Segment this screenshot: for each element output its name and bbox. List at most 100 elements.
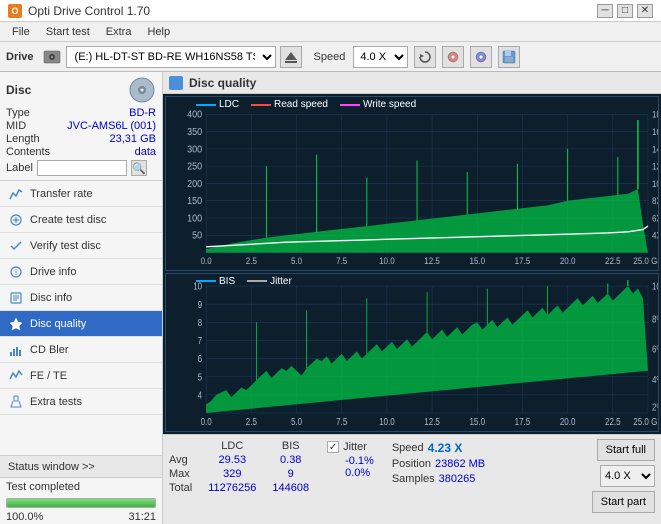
drive-info-icon: i [8,264,24,280]
col-bis: BIS [264,439,317,453]
menu-extra[interactable]: Extra [98,24,140,40]
jitter-checkbox[interactable]: ✓ [327,441,339,453]
sidebar: Disc Type BD-R MID JVC-AMS6L (001) Lengt… [0,72,163,524]
nav-disc-quality[interactable]: Disc quality [0,311,162,337]
position-label: Position [392,458,431,470]
position-value: 23862 MB [435,458,485,470]
svg-text:7: 7 [198,335,203,346]
svg-text:12X: 12X [652,161,658,172]
transfer-rate-icon [8,186,24,202]
nav-drive-info[interactable]: i Drive info [0,259,162,285]
svg-text:9: 9 [198,299,203,310]
total-ldc: 11276256 [200,481,264,495]
label-search-button[interactable]: 🔍 [131,160,147,176]
disc-type-row: Type BD-R [6,107,156,119]
nav-disc-info[interactable]: Disc info [0,285,162,311]
stats-row-total: Total 11276256 144608 [169,481,317,495]
speed-select[interactable]: 4.0 X 1.0 X 2.0 X 8.0 X [353,46,408,68]
svg-text:300: 300 [187,144,203,156]
samples-value: 380265 [439,473,476,485]
start-part-button[interactable]: Start part [592,491,655,513]
panel-title-bar: Disc quality [163,72,661,94]
svg-text:6X: 6X [652,213,658,224]
svg-text:25.0 GB: 25.0 GB [633,256,658,267]
start-full-button[interactable]: Start full [597,439,655,461]
legend-write-speed: Write speed [340,99,416,110]
disc-image [128,76,156,104]
svg-text:15.0: 15.0 [469,416,485,427]
svg-text:22.5: 22.5 [605,256,621,267]
nav-list: Transfer rate Create test disc Verify te… [0,181,162,415]
menu-start-test[interactable]: Start test [38,24,98,40]
elapsed-time: 31:21 [128,511,156,523]
bottom-chart-svg: 10 9 8 7 6 5 4 10% 8% 6% 4% 2% 0.0 2.5 [166,274,658,431]
avg-ldc: 29.53 [200,453,264,467]
svg-text:15.0: 15.0 [469,256,485,267]
max-ldc: 329 [200,467,264,481]
col-ldc: LDC [200,439,264,453]
nav-verify-test-disc[interactable]: Verify test disc [0,233,162,259]
jitter-section: ✓ Jitter -0.1% 0.0% [327,439,374,513]
stats-area: LDC BIS Avg 29.53 0.38 Max [163,434,661,524]
close-button[interactable]: ✕ [637,4,653,18]
window-controls: ─ □ ✕ [597,4,653,18]
svg-text:200: 200 [187,178,203,190]
speed-static-label: Speed [392,442,424,454]
svg-text:4%: 4% [652,374,658,385]
nav-extra-tests[interactable]: Extra tests [0,389,162,415]
nav-create-test-disc[interactable]: Create test disc [0,207,162,233]
main-content: Disc Type BD-R MID JVC-AMS6L (001) Lengt… [0,72,661,524]
legend-ldc: LDC [196,99,239,110]
drive-select[interactable]: (E:) HL-DT-ST BD-RE WH16NS58 TST4 [66,46,276,68]
status-window-button[interactable]: Status window >> [0,456,162,478]
svg-text:20.0: 20.0 [560,416,576,427]
fe-te-icon [8,368,24,384]
menu-help[interactable]: Help [139,24,178,40]
nav-fe-te[interactable]: FE / TE [0,363,162,389]
svg-text:25.0 GB: 25.0 GB [633,416,658,427]
nav-cd-bler[interactable]: CD Bler [0,337,162,363]
type-val: BD-R [129,107,156,119]
maximize-button[interactable]: □ [617,4,633,18]
samples-label: Samples [392,473,435,485]
disc-contents-row: Contents data [6,146,156,158]
legend-read-speed: Read speed [251,99,328,110]
speed-label: Speed [314,51,346,63]
menu-file[interactable]: File [4,24,38,40]
top-chart-svg: 400 350 300 250 200 150 100 50 18X 16X 1… [166,97,658,270]
svg-text:14X: 14X [652,144,658,155]
svg-text:6: 6 [198,353,203,364]
bottom-chart-legend: BIS Jitter [196,276,292,287]
disc-mid-row: MID JVC-AMS6L (001) [6,120,156,132]
settings-button[interactable] [470,46,492,68]
refresh-button[interactable] [414,46,436,68]
disc-length-row: Length 23,31 GB [6,133,156,145]
svg-text:5: 5 [198,372,203,383]
svg-text:10X: 10X [652,178,658,189]
drive-label: Drive [6,51,34,63]
svg-text:8X: 8X [652,196,658,207]
svg-text:17.5: 17.5 [515,416,531,427]
stats-row-avg: Avg 29.53 0.38 [169,453,317,467]
disc-button[interactable] [442,46,464,68]
content-area: Disc quality LDC Read speed Wr [163,72,661,524]
top-chart-legend: LDC Read speed Write speed [196,99,416,110]
drive-toolbar: Drive (E:) HL-DT-ST BD-RE WH16NS58 TST4 … [0,42,661,72]
create-test-disc-icon [8,212,24,228]
save-button[interactable] [498,46,520,68]
contents-val: data [135,146,156,158]
svg-text:10%: 10% [652,281,658,292]
minimize-button[interactable]: ─ [597,4,613,18]
svg-text:8: 8 [198,317,203,328]
avg-label: Avg [169,453,200,467]
svg-text:18X: 18X [652,109,658,120]
eject-button[interactable] [280,46,302,68]
label-input[interactable] [37,160,127,176]
status-section: Status window >> Test completed 100.0% 3… [0,455,162,524]
ldc-bis-table: LDC BIS Avg 29.53 0.38 Max [169,439,317,513]
jitter-label: Jitter [343,441,367,453]
nav-transfer-rate[interactable]: Transfer rate [0,181,162,207]
stats-grid: LDC BIS Avg 29.53 0.38 Max [169,439,655,513]
speed-dropdown[interactable]: 4.0 X [600,465,655,487]
svg-text:16X: 16X [652,126,658,137]
